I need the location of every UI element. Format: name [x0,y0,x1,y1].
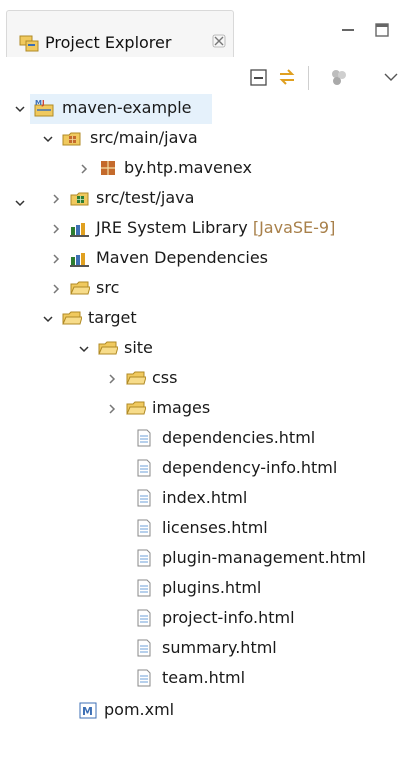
file-icon [137,669,151,687]
tree-item-label[interactable]: dependencies.html [162,428,315,447]
chevron-down-icon[interactable] [42,133,54,145]
svg-text:M: M [35,99,42,107]
package-icon [101,161,115,175]
toolbar-separator [308,66,309,90]
tree-item-label[interactable]: team.html [162,668,245,687]
collapse-all-icon[interactable] [248,66,270,88]
folder-open-icon [62,311,82,325]
tree-item-label[interactable]: summary.html [162,638,277,657]
view-menu-icon[interactable] [380,66,402,88]
tree-item-label[interactable]: plugins.html [162,578,261,597]
folder-icon [126,401,146,415]
minimize-icon[interactable] [340,22,356,38]
jre-decoration: [JavaSE-9] [252,218,336,237]
focus-on-active-task-icon[interactable] [328,66,350,88]
file-icon [137,519,151,537]
tree-item-label[interactable]: pom.xml [104,700,174,719]
close-icon[interactable] [212,34,226,48]
file-icon [137,639,151,657]
tab-title: Project Explorer [45,33,172,52]
file-icon [137,489,151,507]
library-icon [70,253,89,267]
maven-project-icon: M J [34,99,54,117]
svg-text:J: J [41,99,45,107]
file-icon [137,579,151,597]
chevron-right-icon[interactable] [50,223,62,235]
folder-icon [126,371,146,385]
svg-text:M: M [82,705,93,718]
tree-item-label[interactable]: by.htp.mavenex [124,158,252,177]
chevron-right-icon[interactable] [106,403,118,415]
jre-label: JRE System Library [96,218,248,237]
chevron-right-icon[interactable] [50,253,62,265]
chevron-right-icon[interactable] [78,163,90,175]
link-with-editor-icon[interactable] [276,66,298,88]
tree-item-label[interactable]: images [152,398,210,417]
chevron-right-icon[interactable] [50,193,62,205]
tree-item-label[interactable]: licenses.html [162,518,268,537]
chevron-down-icon[interactable] [42,313,54,325]
tree-item-label[interactable]: dependency-info.html [162,458,337,477]
maximize-icon[interactable] [374,22,390,38]
tab-project-explorer[interactable]: Project Explorer [6,10,234,57]
file-icon [137,429,151,447]
tree-item-label[interactable]: src [96,278,119,297]
maven-pom-icon: M [79,702,97,719]
chevron-down-icon[interactable] [78,343,90,355]
tree-item-label[interactable]: target [88,308,137,327]
folder-open-icon [98,341,118,355]
chevron-down-icon[interactable] [14,103,26,115]
tree-item-label[interactable]: Maven Dependencies [96,248,268,267]
folder-icon [70,281,90,295]
tree-item-label[interactable]: src/test/java [96,188,194,207]
chevron-down-icon[interactable] [14,197,26,209]
source-folder-icon [62,132,81,146]
tree-item-label[interactable]: JRE System Library [JavaSE-9] [96,218,335,237]
file-icon [137,549,151,567]
tree-item-label[interactable]: project-info.html [162,608,295,627]
tree-item-label[interactable]: css [152,368,177,387]
project-explorer-icon [19,35,39,52]
tree-item-label[interactable]: site [124,338,153,357]
source-folder-icon [70,192,89,206]
file-icon [137,459,151,477]
tree-item-label[interactable]: maven-example [62,98,191,117]
library-icon [70,223,89,237]
chevron-right-icon[interactable] [106,373,118,385]
file-icon [137,609,151,627]
tree-item-label[interactable]: index.html [162,488,247,507]
view-tab-bar: Project Explorer [0,0,409,62]
tree-item-label[interactable]: plugin-management.html [162,548,366,567]
chevron-right-icon[interactable] [50,283,62,295]
tree-item-label[interactable]: src/main/java [90,128,198,147]
